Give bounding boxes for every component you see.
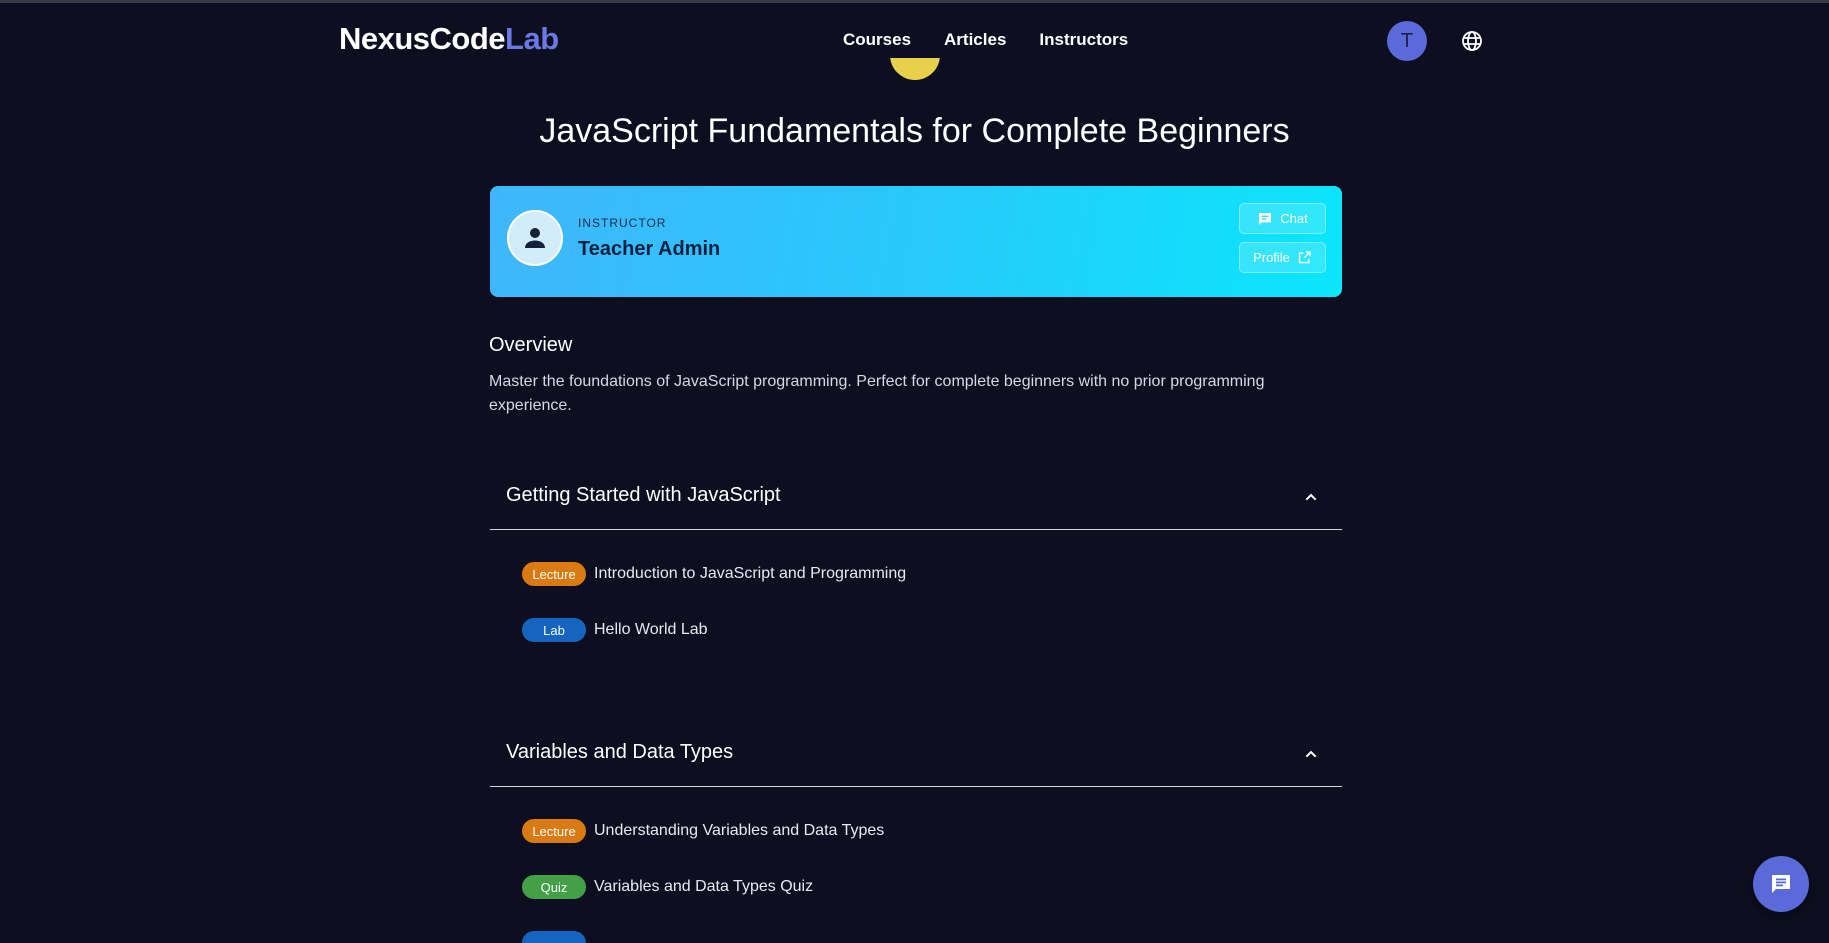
section-title: Getting Started with JavaScript	[506, 484, 781, 506]
lesson-item[interactable]: Lecture Understanding Variables and Data…	[522, 817, 884, 845]
profile-button-label: Profile	[1253, 250, 1290, 265]
course-image-edge	[890, 58, 940, 80]
section-variables[interactable]: Variables and Data Types	[490, 720, 1342, 787]
instructor-label: INSTRUCTOR	[578, 216, 667, 230]
lecture-badge: Lecture	[522, 562, 586, 586]
person-icon	[507, 210, 563, 266]
lesson-title: Understanding Variables and Data Types	[594, 822, 885, 839]
external-link-icon	[1298, 251, 1311, 264]
section-getting-started[interactable]: Getting Started with JavaScript	[490, 463, 1342, 530]
profile-button[interactable]: Profile	[1239, 242, 1326, 273]
chat-button[interactable]: Chat	[1239, 203, 1326, 234]
lecture-badge: Lecture	[522, 819, 586, 843]
lab-badge: Lab	[522, 618, 586, 642]
site-logo[interactable]: NexusCodeLab	[339, 21, 559, 57]
user-avatar-button[interactable]: T	[1387, 21, 1427, 61]
instructor-card: INSTRUCTOR Teacher Admin Chat Profile	[490, 186, 1342, 297]
lesson-title: Introduction to JavaScript and Programmi…	[594, 565, 907, 582]
logo-main-text: NexusCode	[339, 21, 506, 56]
lesson-badge-partial	[522, 931, 586, 943]
main-nav: Courses Articles Instructors	[843, 30, 1128, 50]
overview-heading: Overview	[489, 334, 573, 356]
lesson-title: Hello World Lab	[594, 621, 708, 638]
chat-button-label: Chat	[1280, 211, 1308, 226]
chat-fab-button[interactable]	[1753, 856, 1809, 912]
section-title: Variables and Data Types	[506, 741, 734, 763]
overview-text: Master the foundations of JavaScript pro…	[489, 373, 1265, 414]
lesson-item[interactable]: Lecture Introduction to JavaScript and P…	[522, 560, 906, 588]
lesson-item[interactable]: Quiz Variables and Data Types Quiz	[522, 873, 813, 901]
globe-icon[interactable]	[1460, 29, 1484, 53]
chat-icon	[1772, 875, 1790, 893]
chat-icon	[1259, 212, 1272, 225]
quiz-badge: Quiz	[522, 875, 586, 899]
logo-accent-text: Lab	[505, 21, 559, 56]
lesson-title: Variables and Data Types Quiz	[594, 878, 814, 895]
nav-instructors[interactable]: Instructors	[1039, 30, 1128, 50]
course-title: JavaScript Fundamentals for Complete Beg…	[539, 112, 1290, 150]
instructor-name: Teacher Admin	[578, 238, 721, 260]
lesson-item[interactable]: Lab Hello World Lab	[522, 616, 708, 644]
chevron-up-icon	[1305, 493, 1317, 501]
chevron-up-icon	[1305, 750, 1317, 758]
nav-articles[interactable]: Articles	[944, 30, 1006, 50]
nav-courses[interactable]: Courses	[843, 30, 911, 50]
